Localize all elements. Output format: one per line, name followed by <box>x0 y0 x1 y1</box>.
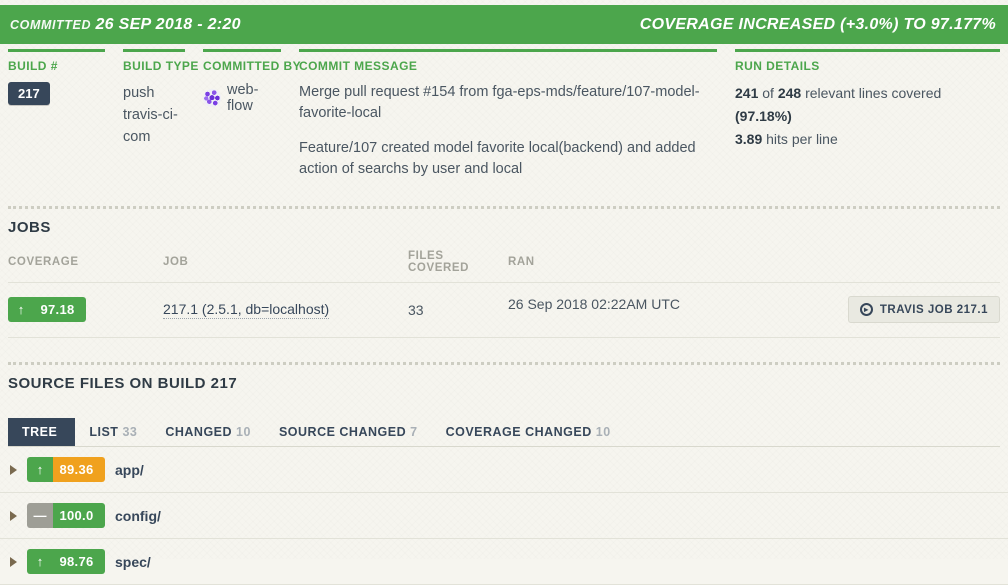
committed-label: COMMITTED <box>10 17 92 32</box>
source-files-section-title: SOURCE FILES ON BUILD 217 <box>8 375 238 392</box>
tab-tree-label: TREE <box>22 425 58 439</box>
of-word: of <box>762 85 774 101</box>
build-status-banner: COMMITTED 26 SEP 2018 - 2:20 COVERAGE IN… <box>0 5 1008 44</box>
folder-coverage-badge: — 100.0 <box>27 503 105 528</box>
job-files-covered: 33 <box>408 282 508 338</box>
coverage-status-text: COVERAGE INCREASED (+3.0%) TO 97.177% <box>639 15 996 33</box>
build-number-title: BUILD # <box>8 59 58 73</box>
build-type-column: BUILD TYPE push travis-ci- com <box>123 49 199 180</box>
page-root: COMMITTED 26 SEP 2018 - 2:20 COVERAGE IN… <box>0 5 1008 585</box>
arrow-up-icon: ↑ <box>27 457 53 482</box>
coverage-badge-value: 97.18 <box>34 297 86 322</box>
relevant-lines-text: relevant lines covered <box>805 85 942 101</box>
tab-changed-label: CHANGED <box>165 425 233 439</box>
arrow-up-icon: ↑ <box>8 297 34 322</box>
list-item[interactable]: ↑ 89.36 app/ <box>0 447 1008 493</box>
tab-list-label: LIST <box>89 425 119 439</box>
folder-name[interactable]: config/ <box>115 508 161 524</box>
folder-coverage-badge: ↑ 98.76 <box>27 549 105 574</box>
caret-right-icon[interactable] <box>10 464 17 475</box>
column-header-coverage: COVERAGE <box>8 250 163 283</box>
run-details-title: RUN DETAILS <box>735 59 820 73</box>
tab-coverage-changed[interactable]: COVERAGE CHANGED 10 <box>432 418 625 446</box>
relevant-lines-covered: 241 of 248 relevant lines covered (97.18… <box>735 82 1000 128</box>
dash-icon: — <box>27 503 53 528</box>
committer-name: web-flow <box>227 82 259 114</box>
table-row: ↑ 97.18 217.1 (2.5.1, db=localhost) 33 2… <box>8 282 1000 338</box>
folder-coverage-value: 98.76 <box>53 549 105 574</box>
folder-coverage-badge: ↑ 89.36 <box>27 457 105 482</box>
job-link[interactable]: 217.1 (2.5.1, db=localhost) <box>163 300 330 319</box>
run-details-column: RUN DETAILS 241 of 248 relevant lines co… <box>735 49 1000 180</box>
tab-changed-count: 10 <box>236 425 251 439</box>
folder-name[interactable]: app/ <box>115 462 144 478</box>
folder-name[interactable]: spec/ <box>115 554 151 570</box>
caret-right-icon[interactable] <box>10 556 17 567</box>
tab-changed[interactable]: CHANGED 10 <box>151 418 265 446</box>
committed-date: 26 SEP 2018 - 2:20 <box>95 15 241 33</box>
jobs-table-header-row: COVERAGE JOB FILES COVERED RAN <box>8 250 1000 283</box>
build-type-title: BUILD TYPE <box>123 59 199 73</box>
tab-list[interactable]: LIST 33 <box>75 418 151 446</box>
committed-by-column: COMMITTED BY web-flow <box>203 49 302 180</box>
covered-count: 241 <box>735 85 759 101</box>
tab-source-changed[interactable]: SOURCE CHANGED 7 <box>265 418 432 446</box>
build-type-value: push travis-ci- com <box>123 82 185 148</box>
tab-coverage-changed-count: 10 <box>595 425 611 439</box>
total-count: 248 <box>777 85 802 101</box>
build-type-line3: com <box>123 129 151 145</box>
tab-coverage-changed-label: COVERAGE CHANGED <box>445 425 592 439</box>
column-header-files-covered: FILES COVERED <box>408 250 508 283</box>
travis-job-button[interactable]: ▸ TRAVIS JOB 217.1 <box>847 296 1000 323</box>
tab-source-changed-count: 7 <box>410 425 418 439</box>
external-link-circle-icon: ▸ <box>859 303 873 316</box>
coverage-badge: ↑ 97.18 <box>8 297 86 322</box>
build-number-badge: 217 <box>8 82 50 105</box>
column-header-ran: RAN <box>508 250 1000 283</box>
build-summary: BUILD # 217 BUILD TYPE push travis-ci- c… <box>0 49 1008 180</box>
tab-list-count: 33 <box>122 425 138 439</box>
build-type-line1: push <box>123 85 155 101</box>
travis-job-button-label: TRAVIS JOB 217.1 <box>879 303 988 316</box>
job-ran-cell: 26 Sep 2018 02:22AM UTC ▸ TRAVIS JOB 217… <box>508 282 1000 338</box>
tab-source-changed-label: SOURCE CHANGED <box>278 425 407 439</box>
arrow-up-icon: ↑ <box>27 549 53 574</box>
committed-by-title: COMMITTED BY <box>203 59 302 73</box>
commit-message-line-1: Merge pull request #154 from fga-eps-mds… <box>299 84 700 121</box>
hits-value: 3.89 <box>735 131 763 147</box>
column-header-job: JOB <box>163 250 408 283</box>
build-number-column: BUILD # 217 <box>8 49 105 180</box>
commit-message-column: COMMIT MESSAGE Merge pull request #154 f… <box>299 49 717 180</box>
list-item[interactable]: — 100.0 config/ <box>0 493 1008 539</box>
folder-coverage-value: 89.36 <box>53 457 105 482</box>
list-item[interactable]: ↑ 98.76 spec/ <box>0 539 1008 585</box>
job-ran-timestamp: 26 Sep 2018 02:22AM UTC <box>508 296 680 312</box>
commit-message-line-2: Feature/107 created model favorite local… <box>299 140 696 177</box>
committer[interactable]: web-flow <box>203 82 281 114</box>
identicon-avatar <box>203 89 221 107</box>
coverage-percent: (97.18%) <box>735 108 792 124</box>
jobs-table: COVERAGE JOB FILES COVERED RAN ↑ 97.18 2… <box>8 250 1000 338</box>
build-type-line2: travis-ci- <box>123 107 178 123</box>
jobs-section-title: JOBS <box>8 219 51 236</box>
tab-tree[interactable]: TREE <box>8 418 76 446</box>
folder-coverage-value: 100.0 <box>53 503 105 528</box>
source-files-tabs: TREE LIST 33 CHANGED 10 SOURCE CHANGED 7 CO… <box>8 418 1000 447</box>
job-name-cell: 217.1 (2.5.1, db=localhost) <box>163 282 408 338</box>
hits-per-line: 3.89 hits per line <box>735 128 1000 151</box>
hits-text: hits per line <box>766 131 838 147</box>
commit-message-title: COMMIT MESSAGE <box>299 59 418 73</box>
caret-right-icon[interactable] <box>10 510 17 521</box>
job-coverage-cell: ↑ 97.18 <box>8 282 163 338</box>
banner-left: COMMITTED 26 SEP 2018 - 2:20 <box>10 16 241 34</box>
